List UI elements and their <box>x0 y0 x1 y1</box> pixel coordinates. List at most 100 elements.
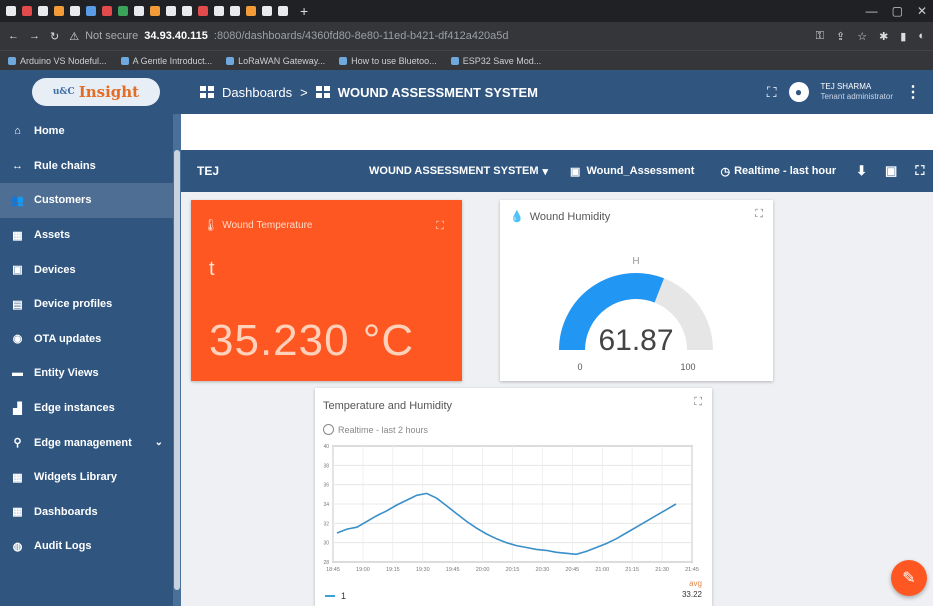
profile-icon[interactable]: ◐ <box>918 30 925 43</box>
bookmark-icon <box>226 56 235 65</box>
edge-instances-icon: ▟ <box>13 402 22 415</box>
humidity-widget[interactable]: 💧 Wound Humidity ⛶ H 61.87 0 100 <box>500 200 773 381</box>
sidebar-item-label: Assets <box>34 229 71 242</box>
key-icon[interactable]: ⚿ <box>816 30 824 43</box>
share-icon[interactable]: ⇪ <box>836 30 845 43</box>
browser-tab[interactable] <box>54 6 64 16</box>
sidebar-scroll-thumb[interactable] <box>174 150 180 590</box>
gauge-min: 0 <box>577 362 582 372</box>
chart-legend[interactable]: 1 <box>325 591 346 601</box>
y-tick-label: 40 <box>323 444 329 450</box>
sidebar-item-label: Entity Views <box>34 367 99 380</box>
download-icon[interactable]: ⬇ <box>856 163 867 179</box>
sidebar-item-assets[interactable]: ▦ Assets <box>0 218 181 253</box>
sidebar-item-label: Edge management <box>34 436 132 449</box>
sidebar-scrollbar[interactable] <box>173 114 181 606</box>
back-icon[interactable]: ← <box>8 30 19 42</box>
sidebar-item-dashboards[interactable]: ▦ Dashboards <box>0 495 181 530</box>
bookmark-icon <box>339 56 348 65</box>
browser-tab[interactable] <box>38 6 48 16</box>
fullscreen-icon[interactable]: ⛶ <box>767 84 777 101</box>
dashboard-icon <box>315 86 330 98</box>
reload-icon[interactable]: ↻ <box>50 30 59 43</box>
bookmark-star-icon[interactable]: ☆ <box>857 30 867 43</box>
breadcrumb-dashboards-link[interactable]: Dashboards <box>222 85 292 100</box>
url-field[interactable]: ⚠ Not secure 34.93.40.115:8080/dashboard… <box>69 30 805 43</box>
x-tick-label: 20:15 <box>506 567 520 573</box>
browser-tab[interactable] <box>22 6 32 16</box>
entity-views-icon: ▬ <box>12 367 23 380</box>
user-avatar[interactable]: ● <box>788 82 809 102</box>
temperature-symbol: t <box>209 258 215 280</box>
x-tick-label: 20:30 <box>536 567 550 573</box>
bookmark-item[interactable]: LoRaWAN Gateway... <box>226 56 325 66</box>
app-logo[interactable]: u&C Insight <box>32 78 160 106</box>
forward-icon[interactable]: → <box>29 30 40 42</box>
sidebar-item-edge-management[interactable]: ⚲ Edge management ⌄ <box>0 425 181 460</box>
browser-tab[interactable] <box>102 6 112 16</box>
export-icon[interactable]: ▣ <box>885 163 897 179</box>
maximize-icon[interactable]: ▢ <box>892 4 903 18</box>
sidebar-item-rule-chains[interactable]: ↔ Rule chains <box>0 149 181 184</box>
browser-tab[interactable] <box>278 6 288 16</box>
browser-tab[interactable] <box>86 6 96 16</box>
entity-icon: ▣ <box>570 165 581 178</box>
bookmark-item[interactable]: Arduino VS Nodeful... <box>8 56 107 66</box>
logo-text: Insight <box>78 83 140 101</box>
y-tick-label: 38 <box>323 463 329 469</box>
browser-tab[interactable] <box>230 6 240 16</box>
edit-dashboard-button[interactable]: ✎ <box>891 560 927 596</box>
y-tick-label: 36 <box>323 483 329 489</box>
sidebar-item-entity-views[interactable]: ▬ Entity Views <box>0 356 181 391</box>
chevron-down-icon[interactable]: ⌄ <box>155 437 163 448</box>
device-profiles-icon: ▤ <box>12 298 23 311</box>
app-header: u&C Insight Dashboards > WOUND ASSESSMEN… <box>0 70 933 114</box>
sidebar-item-audit-logs[interactable]: ◍ Audit Logs <box>0 529 181 564</box>
breadcrumb-separator: > <box>300 84 308 100</box>
x-tick-label: 19:00 <box>356 567 370 573</box>
sidebar-item-customers[interactable]: 👥 Customers <box>0 183 181 218</box>
more-vert-icon[interactable]: ⋮ <box>905 82 921 102</box>
url-host: 34.93.40.115 <box>144 30 208 42</box>
sidebar-item-widgets-library[interactable]: ▦ Widgets Library <box>0 460 181 495</box>
user-info[interactable]: TEJ SHARMA Tenant administrator <box>821 82 893 102</box>
bookmark-item[interactable]: ESP32 Save Mod... <box>450 56 541 66</box>
sidebar-item-home[interactable]: ⌂ Home <box>0 114 181 149</box>
bookmark-item[interactable]: A Gentle Introduct... <box>120 56 212 66</box>
legend-label: 1 <box>341 591 347 601</box>
entity-alias-select[interactable]: ▣ Wound_Assessment <box>570 165 694 178</box>
dashboard-state-select[interactable]: WOUND ASSESSMENT SYSTEM ▾ <box>369 165 548 178</box>
extensions-icon[interactable]: ✱ <box>879 30 888 43</box>
sidebar-item-edge-instances[interactable]: ▟ Edge instances <box>0 391 181 426</box>
sidebar-item-label: Home <box>34 125 65 138</box>
sidepanel-icon[interactable]: ▮ <box>900 30 906 43</box>
temperature-widget[interactable]: 🌡 Wound Temperature ⛶ t 35.230 °C <box>191 200 462 381</box>
y-tick-label: 34 <box>323 502 329 508</box>
browser-tab[interactable] <box>262 6 272 16</box>
browser-tab[interactable] <box>166 6 176 16</box>
timeseries-widget[interactable]: Temperature and Humidity ⛶ Realtime - la… <box>315 388 712 606</box>
new-tab-button[interactable]: + <box>300 3 308 19</box>
browser-tab[interactable] <box>214 6 224 16</box>
fullscreen-dashboard-icon[interactable]: ⛶ <box>915 163 924 179</box>
browser-tab[interactable] <box>70 6 80 16</box>
humidity-gauge: H 61.87 0 100 <box>559 256 713 372</box>
browser-tab[interactable] <box>198 6 208 16</box>
temperature-value: 35.230 °C <box>209 316 415 365</box>
browser-tab[interactable] <box>246 6 256 16</box>
browser-tab[interactable] <box>134 6 144 16</box>
browser-tab[interactable] <box>118 6 128 16</box>
sidebar-item-devices[interactable]: ▣ Devices <box>0 252 181 287</box>
warning-icon: ⚠ <box>69 30 80 43</box>
sidebar-item-ota-updates[interactable]: ◉ OTA updates <box>0 322 181 357</box>
bookmark-item[interactable]: How to use Bluetoo... <box>339 56 437 66</box>
sidebar-item-device-profiles[interactable]: ▤ Device profiles <box>0 287 181 322</box>
minimize-icon[interactable]: — <box>866 4 878 18</box>
browser-tab[interactable] <box>6 6 16 16</box>
browser-tab[interactable] <box>150 6 160 16</box>
timewindow-select[interactable]: ◷ Realtime - last hour <box>720 165 836 178</box>
close-icon[interactable]: ✕ <box>917 4 927 18</box>
browser-tab[interactable] <box>182 6 192 16</box>
gauge-unit-label: H <box>632 256 639 267</box>
expand-icon[interactable]: ⛶ <box>436 220 444 233</box>
